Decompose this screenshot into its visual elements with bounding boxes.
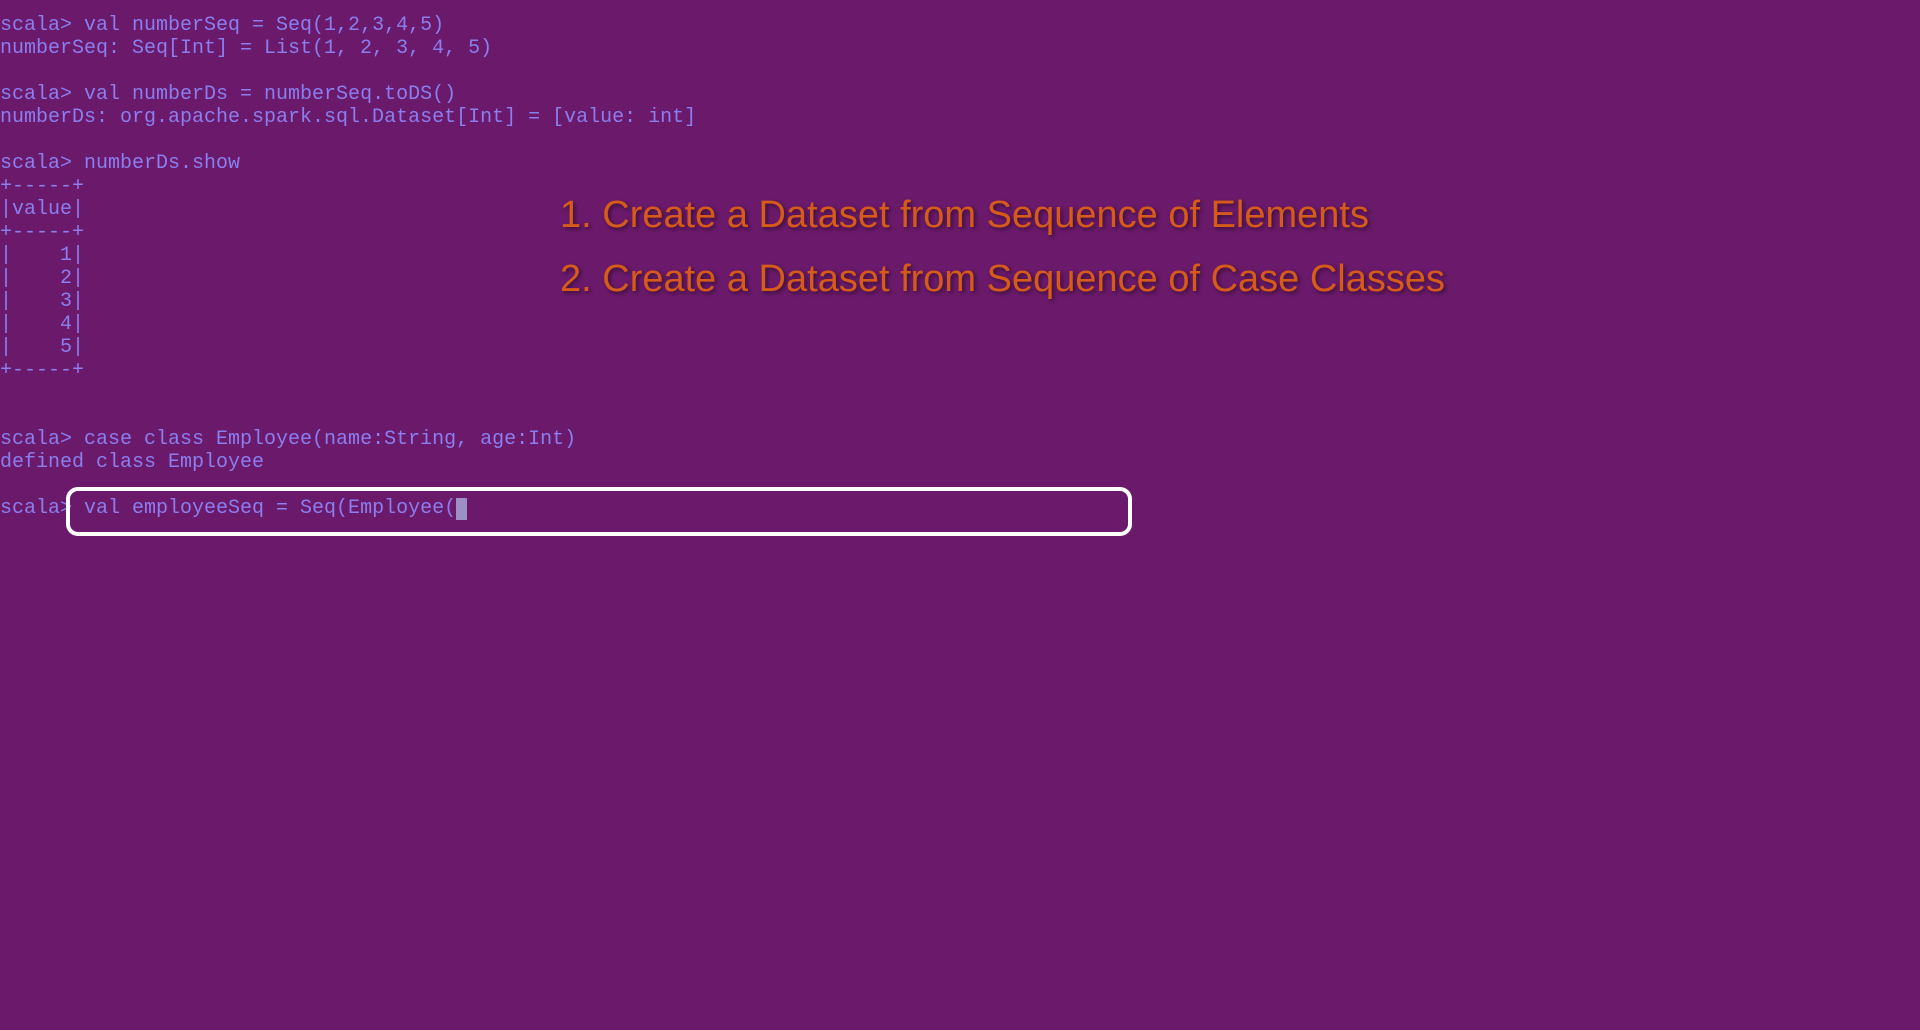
table-border-bottom: +-----+ <box>0 359 696 382</box>
slide-point-2: 2. Create a Dataset from Sequence of Cas… <box>560 268 1445 291</box>
repl-output-4: defined class Employee <box>0 451 696 474</box>
repl-command-5-current[interactable]: val employeeSeq = Seq(Employee( <box>72 497 456 520</box>
repl-output-1: numberSeq: Seq[Int] = List(1, 2, 3, 4, 5… <box>0 37 696 60</box>
repl-command-2: val numberDs = numberSeq.toDS() <box>72 83 456 106</box>
table-row: | 5| <box>0 336 696 359</box>
cursor-icon <box>456 498 467 520</box>
slide-point-1: 1. Create a Dataset from Sequence of Ele… <box>560 204 1369 227</box>
table-row: | 4| <box>0 313 696 336</box>
repl-prompt: scala> <box>0 83 72 106</box>
repl-command-1: val numberSeq = Seq(1,2,3,4,5) <box>72 14 444 37</box>
repl-command-3: numberDs.show <box>72 152 240 175</box>
repl-command-4: case class Employee(name:String, age:Int… <box>72 428 576 451</box>
repl-output-2: numberDs: org.apache.spark.sql.Dataset[I… <box>0 106 696 129</box>
repl-prompt: scala> <box>0 152 72 175</box>
repl-prompt: scala> <box>0 428 72 451</box>
repl-prompt: scala> <box>0 497 72 520</box>
repl-prompt: scala> <box>0 14 72 37</box>
